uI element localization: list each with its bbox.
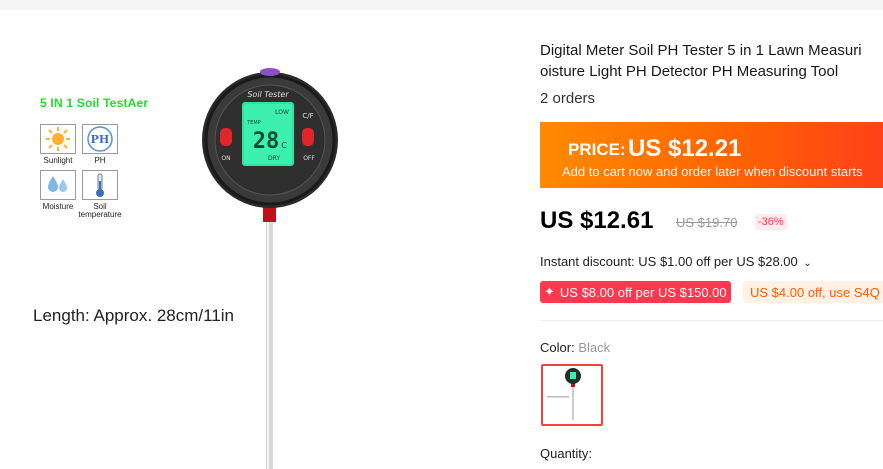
sale-price: US $12.21 — [628, 135, 742, 162]
sparkle-icon: ✦ — [544, 284, 555, 299]
feature-badge-title: 5 IN 1 Soil TestAer — [40, 96, 149, 110]
price-banner: PRICE: US $12.21 Add to cart now and ord… — [540, 122, 883, 188]
feature-label-ph: PH — [94, 156, 106, 165]
lcd-value-text: 28 — [253, 129, 280, 154]
product-image[interactable]: 5 IN 1 Soil TestAer Sunlight PH PH Moist… — [0, 10, 520, 469]
lcd-unit-text: C — [281, 141, 287, 150]
feature-label-sunlight: Sunlight — [43, 156, 73, 165]
ph-icon: PH — [82, 124, 118, 154]
thermometer-icon — [82, 170, 118, 200]
coupon-store-text: US $8.00 off per US $150.00 — [559, 284, 727, 300]
coupon-store[interactable]: ✦ US $8.00 off per US $150.00 — [540, 281, 731, 303]
current-price: US $12.61 — [540, 207, 654, 234]
product-info-panel: Digital Meter Soil PH Tester 5 in 1 Lawn… — [540, 0, 883, 469]
feature-label-soil-temperature: Soil temperature — [78, 202, 122, 219]
quantity-label: Quantity: — [540, 446, 593, 461]
order-count: 2 orders — [540, 90, 596, 107]
sunlight-icon — [40, 124, 76, 154]
product-title: Digital Meter Soil PH Tester 5 in 1 Lawn… — [540, 42, 862, 80]
feature-label-moisture: Moisture — [42, 202, 74, 211]
discount-badge: -36% — [755, 214, 787, 230]
price-label: PRICE: — [568, 140, 626, 159]
ph-icon-text: PH — [91, 133, 110, 146]
color-swatch-black[interactable] — [541, 364, 603, 426]
instant-discount-text: Instant discount: US $1.00 off per US $2… — [540, 254, 798, 269]
device-on-label: ON — [221, 155, 230, 162]
color-label: Color: — [540, 340, 575, 355]
lcd-top-text: LOW — [275, 109, 289, 116]
chevron-down-icon[interactable]: ⌄ — [803, 258, 811, 269]
soil-tester-device: Soil Tester LOW TEMP 28 C DRY ON OFF C/F — [196, 68, 346, 469]
coupon-select-text: US $4.00 off, use S4Q — [750, 284, 880, 300]
original-price: US $19.70 — [676, 215, 738, 230]
lcd-temp-text: TEMP — [246, 120, 261, 126]
device-off-label: OFF — [303, 155, 315, 162]
device-brand-text: Soil Tester — [247, 90, 289, 99]
device-unit-switch-label: C/F — [302, 112, 313, 120]
moisture-icon — [40, 170, 76, 200]
price-note: Add to cart now and order later when dis… — [562, 164, 863, 179]
instant-discount[interactable]: Instant discount: US $1.00 off per US $2… — [540, 254, 812, 269]
lcd-bottom-text: DRY — [268, 155, 280, 162]
divider — [540, 320, 883, 321]
coupon-select[interactable]: US $4.00 off, use S4Q — [743, 281, 883, 303]
color-selector-label: Color: Black — [540, 340, 610, 355]
color-value: Black — [578, 340, 611, 355]
